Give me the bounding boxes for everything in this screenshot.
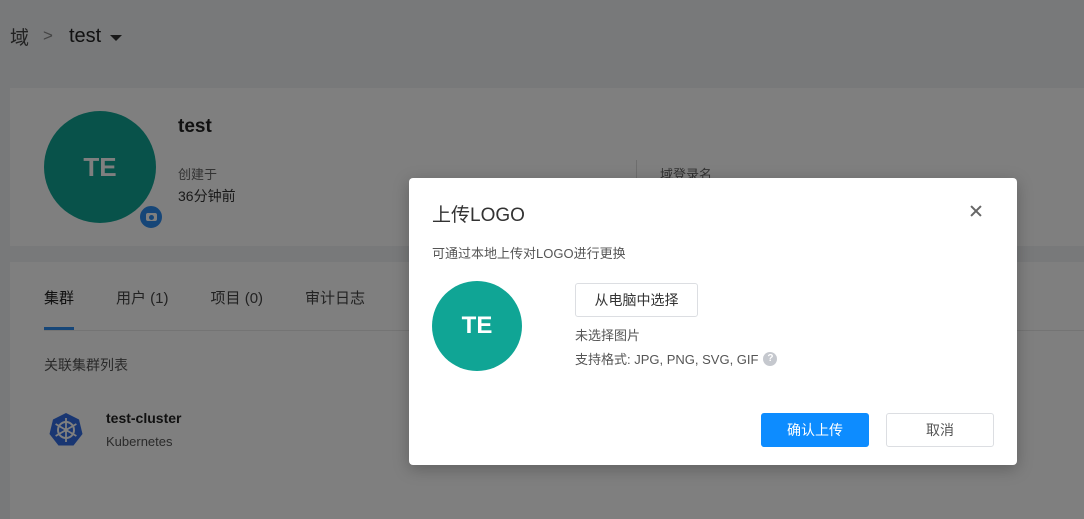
supported-formats: 支持格式: JPG, PNG, SVG, GIF ? — [575, 349, 778, 368]
modal-description: 可通过本地上传对LOGO进行更换 — [432, 246, 626, 261]
logo-preview-initials: TE — [461, 312, 493, 339]
close-icon[interactable] — [965, 200, 987, 222]
upload-logo-modal: 上传LOGO 可通过本地上传对LOGO进行更换 TE 从电脑中选择 未选择图片 … — [409, 178, 1017, 465]
cancel-button[interactable]: 取消 — [886, 413, 994, 447]
no-file-text: 未选择图片 — [575, 328, 641, 343]
choose-file-button[interactable]: 从电脑中选择 — [575, 283, 698, 317]
modal-title: 上传LOGO — [432, 205, 525, 226]
help-icon[interactable]: ? — [763, 351, 778, 366]
logo-preview-avatar: TE — [432, 281, 522, 371]
confirm-upload-button[interactable]: 确认上传 — [761, 413, 869, 447]
supported-formats-text: 支持格式: JPG, PNG, SVG, GIF — [575, 352, 759, 367]
